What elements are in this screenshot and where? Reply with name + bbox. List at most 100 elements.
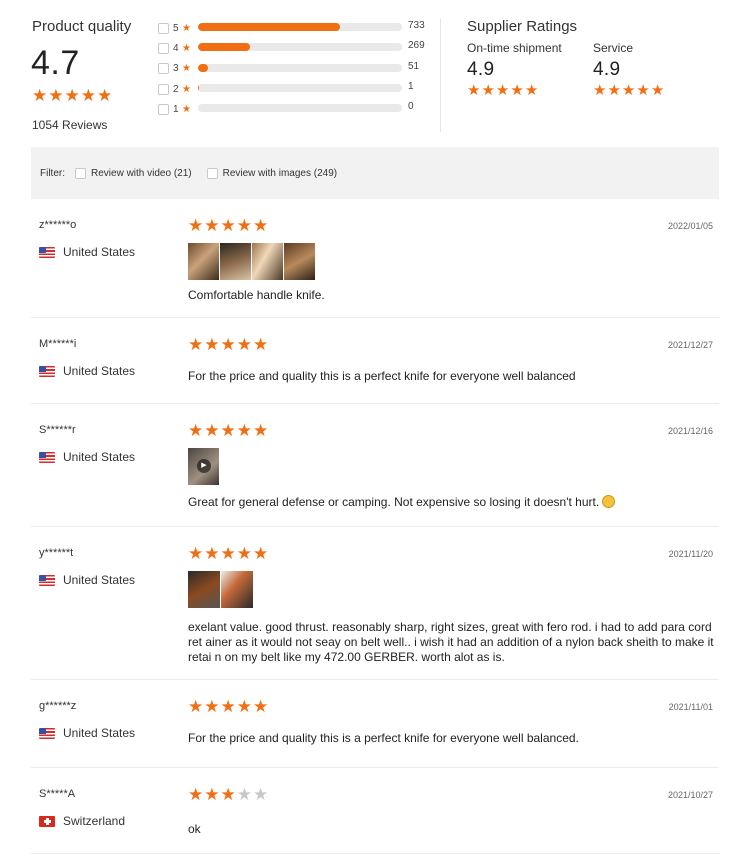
star-filled-icon: ★ [220,697,236,716]
star-empty-icon: ★ [236,785,252,804]
star-filled-icon: ★ [204,216,220,235]
rating-bar [198,23,402,31]
review-list: z******o United States ★ ★ ★ ★ ★ 2022/01/05 … [31,199,719,854]
rating-3-checkbox[interactable] [158,63,169,75]
review-text: ok [188,822,201,836]
review-text: Comfortable handle knife. [188,288,325,302]
star-icon: ★ [650,82,665,99]
rating-4-checkbox[interactable] [158,42,169,54]
rating-2-checkbox[interactable] [158,83,169,95]
star-icon: ★ [97,86,113,105]
star-filled-icon: ★ [188,335,204,354]
filter-video-option[interactable]: Review with video (21) [75,167,192,179]
review-date: 2021/12/27 [667,340,713,350]
rating-row-5[interactable]: 5 ★ 733 [158,18,438,38]
star-filled-icon: ★ [236,544,252,563]
rating-count: 1 [408,80,414,92]
country-name: United States [63,726,136,740]
star-filled-icon: ★ [236,697,252,716]
review-date: 2021/11/20 [668,549,713,559]
filter-images-option[interactable]: Review with images (249) [206,167,337,179]
rating-1-checkbox[interactable] [158,103,169,115]
star-icon: ★ [495,82,510,99]
review-photo[interactable] [252,243,283,280]
reviewer-name: g******z [39,700,77,712]
star-filled-icon: ★ [236,335,252,354]
review-item: S******r United States ★ ★ ★ ★ ★ 2021/12/16 … [31,404,719,527]
rating-5-checkbox[interactable] [158,22,169,34]
service-stars: ★ ★ ★ ★ ★ [593,83,664,98]
rating-row-1[interactable]: 1 ★ 0 [158,99,438,119]
reviewer-country: United States [39,450,135,464]
review-stars: ★ ★ ★ ★ ★ [188,422,268,439]
filter-label: Filter: [40,167,65,179]
star-filled-icon: ★ [188,216,204,235]
reviewer-country: United States [39,726,135,740]
rating-row-3[interactable]: 3 ★ 51 [158,59,438,79]
review-video-thumbnail[interactable] [188,448,219,485]
star-icon: ★ [48,86,64,105]
country-name: United States [63,245,136,259]
star-filled-icon: ★ [220,335,236,354]
review-photo[interactable] [284,243,315,280]
rating-row-4[interactable]: 4 ★ 269 [158,38,438,58]
review-date: 2021/12/16 [667,426,713,436]
review-count: 1054 Reviews [32,118,108,132]
star-filled-icon: ★ [236,421,252,440]
product-quality-title: Product quality [32,18,132,35]
star-icon: ★ [636,82,650,99]
star-filled-icon: ★ [204,335,220,354]
star-filled-icon: ★ [253,335,269,354]
star-icon: ★ [182,63,191,75]
star-icon: ★ [182,42,191,54]
review-stars: ★ ★ ★ ★ ★ [188,336,268,353]
review-text: Great for general defense or camping. No… [188,495,600,509]
review-photo[interactable] [221,571,253,608]
review-stars: ★ ★ ★ ★ ★ [188,786,268,803]
reviewer-country: United States [39,364,135,378]
product-quality-stars: ★ ★ ★ ★ ★ [32,87,112,104]
review-stars: ★ ★ ★ ★ ★ [188,545,268,562]
images-checkbox[interactable] [206,167,218,179]
us-flag-icon [39,451,55,463]
reviewer-name: S*****A [39,788,76,800]
rating-summary: Product quality 4.7 ★ ★ ★ ★ ★ 1054 Reviews 5… [0,0,750,140]
review-photo[interactable] [188,243,219,280]
rating-row-2[interactable]: 2 ★ 1 [158,79,438,99]
rating-count: 51 [408,60,420,72]
star-icon: ★ [481,82,495,99]
us-flag-icon [39,246,55,258]
star-icon: ★ [32,86,48,105]
star-filled-icon: ★ [204,785,220,804]
service-label: Service [593,41,634,55]
us-flag-icon [39,574,55,586]
country-name: United States [63,364,136,378]
country-name: United States [63,573,136,587]
rating-count: 733 [408,20,425,31]
rating-bar-fill [198,43,251,52]
review-stars: ★ ★ ★ ★ ★ [188,217,268,234]
review-text: exelant value. good thrust. reasonably s… [188,620,714,664]
country-name: United States [63,450,136,464]
star-filled-icon: ★ [253,544,269,563]
star-icon: ★ [182,22,191,34]
star-icon: ★ [182,103,191,115]
review-date: 2021/10/27 [667,790,713,800]
us-flag-icon [39,365,55,377]
rating-label: 4 [173,42,179,54]
review-item: S*****A Switzerland ★ ★ ★ ★ ★ 2021/10/27 ok [31,768,719,854]
star-icon: ★ [80,86,96,105]
star-icon: ★ [467,82,481,99]
video-checkbox[interactable] [75,167,86,179]
review-photo[interactable] [220,243,251,280]
rating-bar-fill [198,63,208,72]
rating-count: 269 [408,40,425,52]
rating-bar [198,104,402,113]
reviewer-country: United States [39,245,135,259]
review-photo[interactable] [188,571,220,608]
star-icon: ★ [621,82,636,99]
service-score: 4.9 [593,59,621,80]
reviewer-name: z******o [39,219,77,231]
star-filled-icon: ★ [188,785,204,804]
country-name: Switzerland [63,814,126,828]
